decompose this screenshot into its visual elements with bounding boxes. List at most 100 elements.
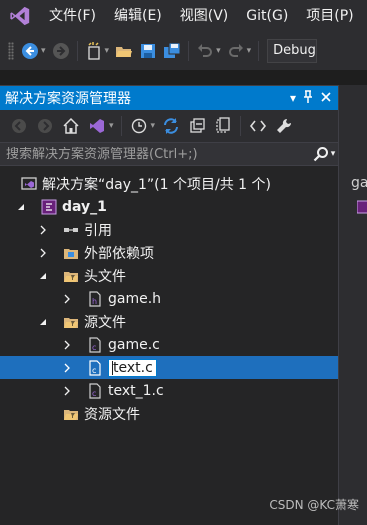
new-item-button[interactable]	[83, 40, 105, 62]
properties-button[interactable]	[273, 115, 295, 137]
rename-input-value: text.c	[113, 359, 153, 376]
tree-item-game-c[interactable]: c game.c	[0, 333, 338, 356]
home-button[interactable]	[60, 115, 82, 137]
pin-icon[interactable]	[302, 89, 314, 107]
forward-arrow-icon	[52, 43, 69, 59]
expanded-arrow-icon[interactable]	[36, 269, 50, 283]
toolbar-separator	[240, 116, 242, 136]
back-arrow-icon	[12, 119, 26, 133]
open-file-button[interactable]	[113, 40, 135, 62]
se-back-button[interactable]	[8, 115, 30, 137]
code-brackets-icon	[250, 120, 267, 132]
undo-icon	[198, 44, 213, 57]
solution-configuration-select[interactable]: Debug	[267, 39, 317, 63]
visual-studio-logo-icon[interactable]	[0, 0, 40, 32]
pending-changes-filter-button[interactable]	[128, 115, 150, 137]
switch-views-button[interactable]	[86, 115, 108, 137]
cpp-project-icon	[40, 198, 58, 216]
tree-item-text-1-c[interactable]: c text_1.c	[0, 379, 338, 402]
collapse-all-button[interactable]	[186, 115, 208, 137]
se-forward-button[interactable]	[34, 115, 56, 137]
tree-item-resource-files[interactable]: 资源文件	[0, 402, 338, 425]
tree-item-header-files[interactable]: 头文件	[0, 264, 338, 287]
tree-label: 源文件	[84, 314, 126, 331]
svg-text:h: h	[92, 297, 97, 306]
save-button[interactable]	[137, 40, 159, 62]
tree-item-source-files[interactable]: 源文件	[0, 310, 338, 333]
toolbar-separator	[76, 41, 78, 61]
c-source-file-icon: c	[86, 359, 104, 377]
view-code-button[interactable]	[247, 115, 269, 137]
filter-folder-icon	[62, 313, 80, 331]
new-item-dropdown-icon[interactable]: ▾	[105, 46, 110, 56]
show-all-files-button[interactable]	[212, 115, 234, 137]
tree-item-external-dependencies[interactable]: 外部依赖项	[0, 241, 338, 264]
home-icon	[63, 117, 79, 134]
panel-menu-dropdown-icon[interactable]: ▾	[290, 91, 296, 105]
tree-item-project[interactable]: day_1	[0, 195, 338, 218]
search-dropdown-icon[interactable]: ▾	[331, 149, 336, 159]
close-icon[interactable]	[320, 91, 332, 106]
solution-tree: 解决方案“day_1”(1 个项目/共 1 个) day_1 引用 外部依赖项 …	[0, 166, 338, 423]
solution-explorer-title-bar[interactable]: 解决方案资源管理器 ▾	[0, 86, 338, 110]
clock-icon	[131, 118, 146, 134]
tree-label: text_1.c	[108, 382, 164, 399]
c-source-file-icon: c	[86, 336, 104, 354]
wrench-icon	[277, 118, 292, 133]
menu-view[interactable]: 视图(V)	[171, 0, 238, 32]
save-all-icon	[164, 42, 181, 58]
collapsed-arrow-icon[interactable]	[60, 338, 74, 352]
collapsed-arrow-icon[interactable]	[36, 246, 50, 260]
rename-input[interactable]: text.c	[108, 358, 157, 377]
toolbar-grip[interactable]	[8, 42, 14, 60]
tree-label: game.h	[108, 290, 162, 307]
visual-studio-switch-views-icon	[90, 119, 104, 133]
menu-git[interactable]: Git(G)	[237, 0, 297, 32]
expanded-arrow-icon[interactable]	[14, 200, 28, 214]
editor-tab-game[interactable]: ga	[351, 175, 367, 191]
tree-item-references[interactable]: 引用	[0, 218, 338, 241]
undo-button[interactable]	[194, 40, 216, 62]
solution-explorer-toolbar: ▾ ▾	[0, 110, 338, 142]
toolbar-separator	[120, 116, 122, 136]
collapsed-arrow-icon[interactable]	[60, 361, 74, 375]
back-dropdown-icon[interactable]: ▾	[41, 46, 46, 56]
solution-explorer-panel: 解决方案资源管理器 ▾ ▾ ▾ 搜索解决方案资源管理器(Ctrl+;) ▾ 解决…	[0, 85, 338, 525]
switch-views-dropdown-icon[interactable]: ▾	[109, 121, 114, 131]
tree-item-text-c-selected[interactable]: c text.c	[0, 356, 338, 379]
svg-text:c: c	[92, 343, 96, 352]
back-button[interactable]	[19, 40, 41, 62]
collapsed-arrow-icon[interactable]	[60, 292, 74, 306]
expanded-arrow-icon[interactable]	[36, 315, 50, 329]
filter-folder-icon	[62, 267, 80, 285]
save-all-button[interactable]	[161, 40, 183, 62]
references-icon	[62, 221, 80, 239]
editor-area-edge: ga	[338, 85, 367, 525]
menu-project[interactable]: 项目(P)	[297, 0, 362, 32]
solution-icon	[20, 175, 38, 193]
collapsed-arrow-icon[interactable]	[60, 384, 74, 398]
redo-dropdown-icon[interactable]: ▾	[247, 46, 252, 56]
filter-folder-icon	[62, 405, 80, 423]
toolbar-separator	[258, 41, 260, 61]
collapsed-arrow-icon[interactable]	[36, 223, 50, 237]
tree-label: day_1	[62, 198, 107, 215]
redo-button[interactable]	[225, 40, 247, 62]
menu-edit[interactable]: 编辑(E)	[105, 0, 171, 32]
tree-label: 外部依赖项	[84, 245, 154, 262]
tree-label: 解决方案“day_1”(1 个项目/共 1 个)	[42, 176, 271, 193]
sync-button[interactable]	[160, 115, 182, 137]
search-options[interactable]: ▾	[310, 146, 338, 162]
undo-dropdown-icon[interactable]: ▾	[216, 46, 221, 56]
external-dependencies-icon	[62, 244, 80, 262]
tree-label: 头文件	[84, 268, 126, 285]
filter-dropdown-icon[interactable]: ▾	[151, 121, 156, 131]
tree-item-game-h[interactable]: h game.h	[0, 287, 338, 310]
open-folder-icon	[116, 47, 133, 57]
search-input[interactable]	[6, 146, 310, 162]
forward-button[interactable]	[50, 40, 72, 62]
save-icon	[141, 44, 156, 58]
menu-file[interactable]: 文件(F)	[40, 0, 105, 32]
tree-item-solution[interactable]: 解决方案“day_1”(1 个项目/共 1 个)	[0, 172, 338, 195]
svg-text:c: c	[92, 366, 96, 375]
